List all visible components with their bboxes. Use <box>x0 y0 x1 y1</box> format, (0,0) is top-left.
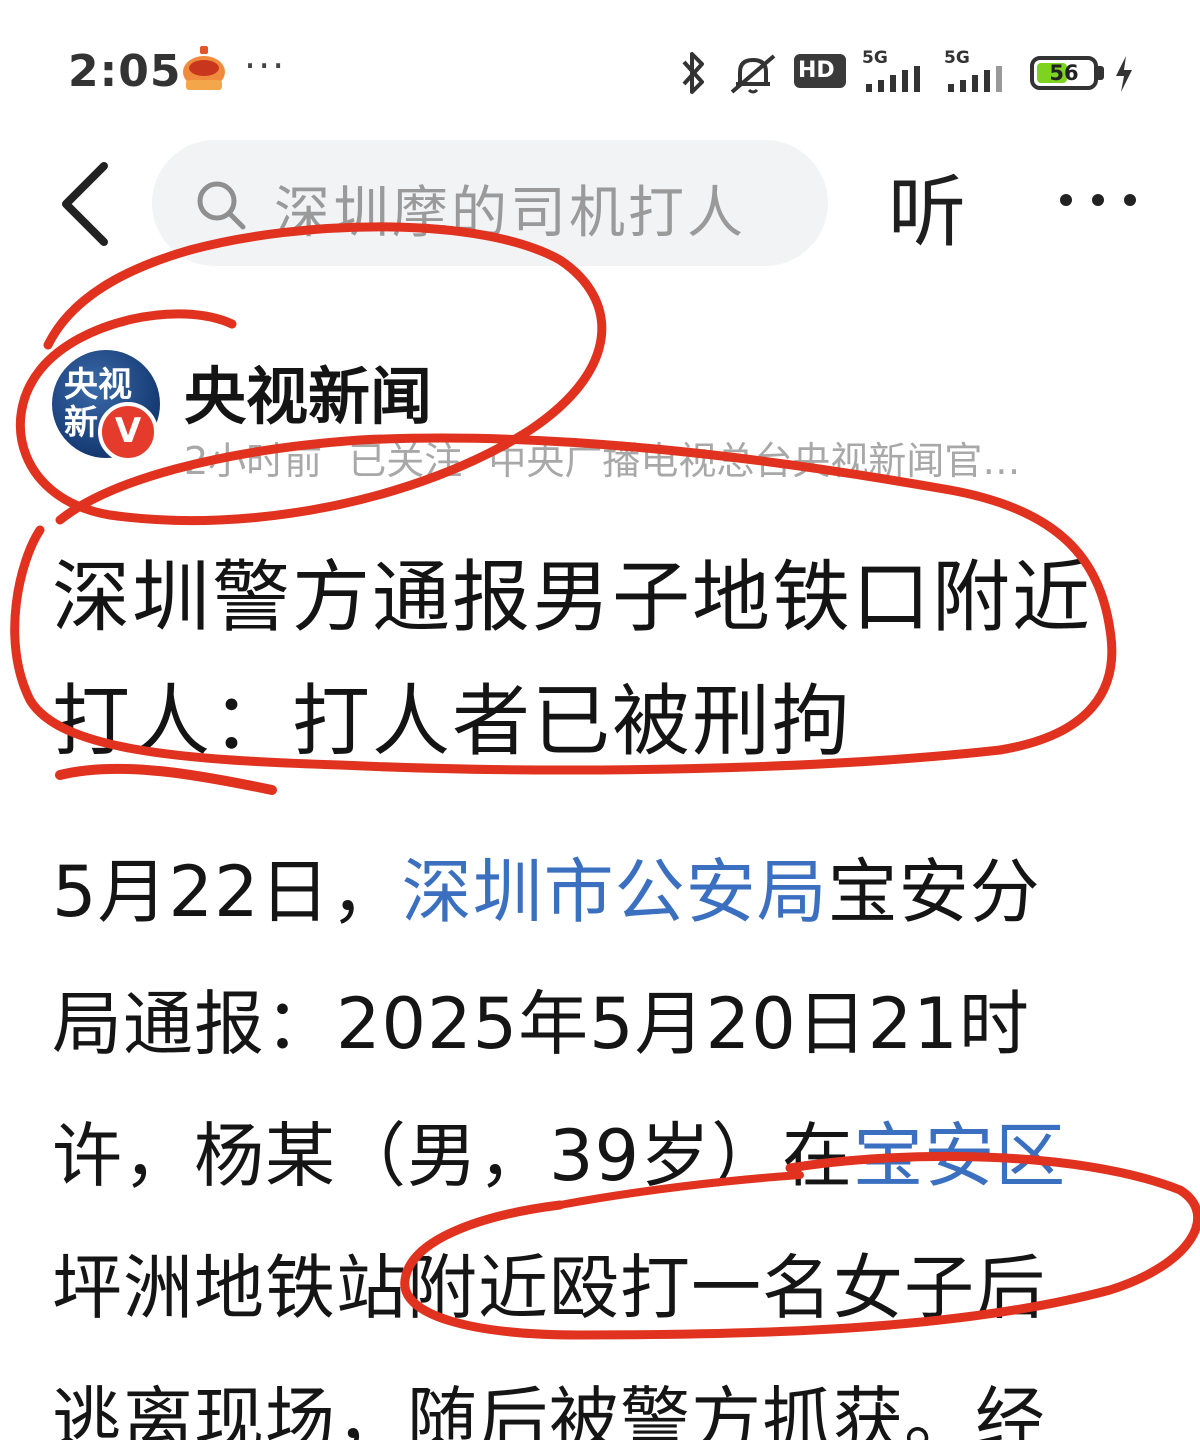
search-query: 深圳摩的司机打人 <box>274 181 746 246</box>
article-headline: 深圳警方通报男子地铁口附近 打人：打人者已被刑拘 <box>52 536 1142 784</box>
battery-icon: 56 <box>1030 56 1098 90</box>
battery-percent: 56 <box>1049 61 1079 85</box>
body-line: 逃离现场，随后被警方抓获。经 <box>52 1379 1046 1440</box>
body-line: 许，杨某（男，39岁）在宝安区 <box>52 1090 1152 1222</box>
body-line: 局通报：2025年5月20日21时 <box>52 983 1030 1065</box>
verified-mark: V <box>114 411 142 451</box>
hd-voice-icon: HD <box>794 54 846 88</box>
link-baoan-district[interactable]: 宝安区 <box>853 1115 1066 1197</box>
author-name[interactable]: 央视新闻 <box>184 346 432 436</box>
article-page: 2:05 ··· HD 5G 5G 56 深圳摩的司机打人 听 央视新 V 央视… <box>0 0 1200 1440</box>
headline-line: 打人：打人者已被刑拘 <box>52 677 853 767</box>
more-dot-icon <box>1124 194 1136 206</box>
status-time: 2:05 <box>68 46 182 97</box>
charging-icon <box>1116 56 1132 92</box>
signal-sim1-icon: 5G <box>862 48 932 94</box>
status-more-icon: ··· <box>244 44 287 88</box>
status-bar: 2:05 ··· HD 5G 5G 56 <box>0 0 1200 150</box>
listen-button[interactable]: 听 <box>888 150 966 262</box>
more-options-button[interactable] <box>1054 180 1144 220</box>
signal-sim2-icon: 5G <box>944 48 1014 94</box>
app-notification-icon <box>183 46 225 90</box>
bluetooth-icon <box>682 52 704 94</box>
hd-label: HD <box>798 58 835 83</box>
author-description: 中央广播电视总台央视新闻官… <box>488 439 1021 483</box>
author-meta: 2小时前 已关注 中央广播电视总台央视新闻官… <box>184 430 1084 485</box>
article-body: 5月22日，深圳市公安局宝安分 局通报：2025年5月20日21时 许，杨某（男… <box>52 826 1152 1440</box>
post-time: 2小时前 <box>184 439 323 483</box>
search-input[interactable]: 深圳摩的司机打人 <box>152 140 828 266</box>
network-type-1: 5G <box>862 48 888 68</box>
body-text: 宝安分 <box>827 851 1041 933</box>
body-line: 坪洲地铁站附近殴打一名女子后 <box>52 1247 1046 1329</box>
link-shenzhen-police[interactable]: 深圳市公安局 <box>402 851 828 933</box>
network-type-2: 5G <box>944 48 970 68</box>
muted-bell-icon <box>730 54 776 94</box>
body-text: 许，杨某（男，39岁）在 <box>52 1115 854 1197</box>
headline-line: 深圳警方通报男子地铁口附近 <box>52 553 1093 643</box>
more-dot-icon <box>1060 194 1072 206</box>
more-dot-icon <box>1092 194 1104 206</box>
body-line: 5月22日，深圳市公安局宝安分 <box>52 826 1152 958</box>
body-text: 5月22日， <box>52 851 402 933</box>
follow-status[interactable]: 已关注 <box>348 439 462 483</box>
back-button[interactable] <box>56 160 116 248</box>
verified-badge: V <box>98 402 158 462</box>
battery-cap <box>1098 66 1104 80</box>
search-icon <box>197 181 246 230</box>
